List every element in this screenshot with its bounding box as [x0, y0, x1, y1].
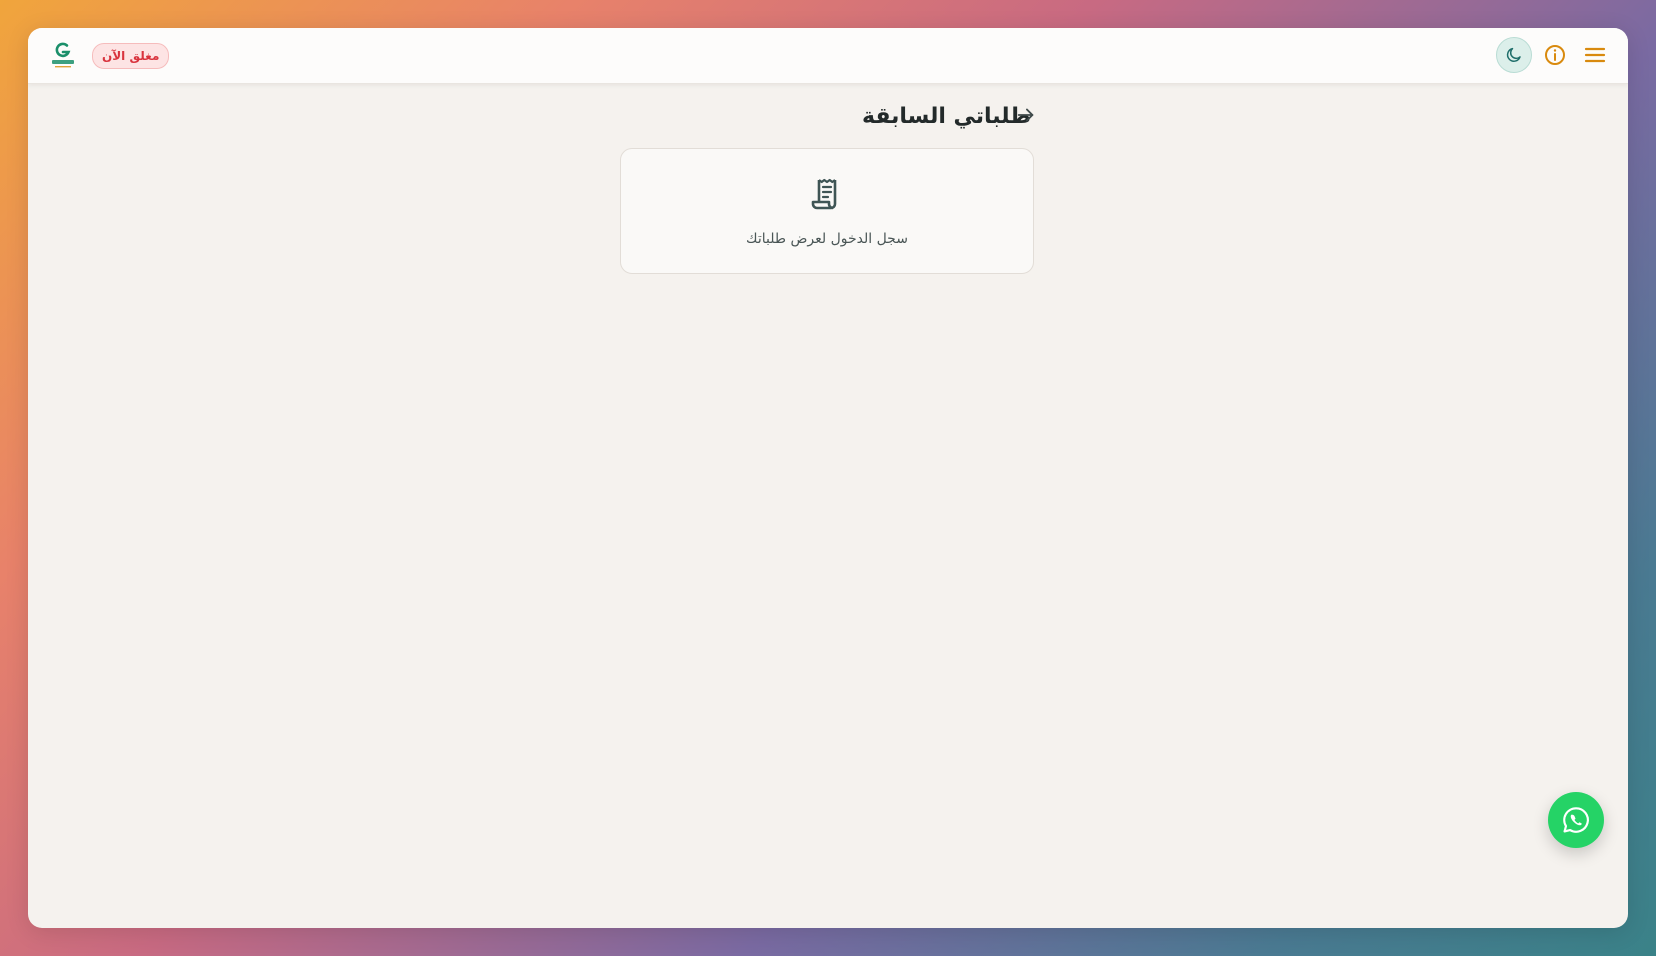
- back-button[interactable]: [1015, 104, 1037, 126]
- whatsapp-icon: [1563, 807, 1589, 833]
- theme-toggle-button[interactable]: [1496, 37, 1532, 73]
- whatsapp-button[interactable]: [1548, 792, 1604, 848]
- app-window: مغلق الآن طلباتي السابقة سجل الدخول لعرض…: [28, 28, 1628, 928]
- page-title: طلباتي السابقة: [861, 104, 1031, 129]
- info-button[interactable]: [1543, 43, 1567, 67]
- top-header: مغلق الآن: [28, 28, 1628, 84]
- moon-icon: [1506, 47, 1521, 62]
- empty-orders-card: سجل الدخول لعرض طلباتك: [620, 148, 1034, 274]
- geebi-logo[interactable]: [50, 40, 76, 70]
- arrow-right-icon: [1017, 108, 1034, 122]
- info-circle-icon: [1545, 45, 1565, 65]
- status-badge: مغلق الآن: [92, 43, 170, 69]
- receipt-icon: [809, 176, 845, 212]
- login-prompt-text: سجل الدخول لعرض طلباتك: [746, 231, 908, 247]
- menu-button[interactable]: [1582, 42, 1608, 68]
- hamburger-menu-icon: [1584, 47, 1606, 63]
